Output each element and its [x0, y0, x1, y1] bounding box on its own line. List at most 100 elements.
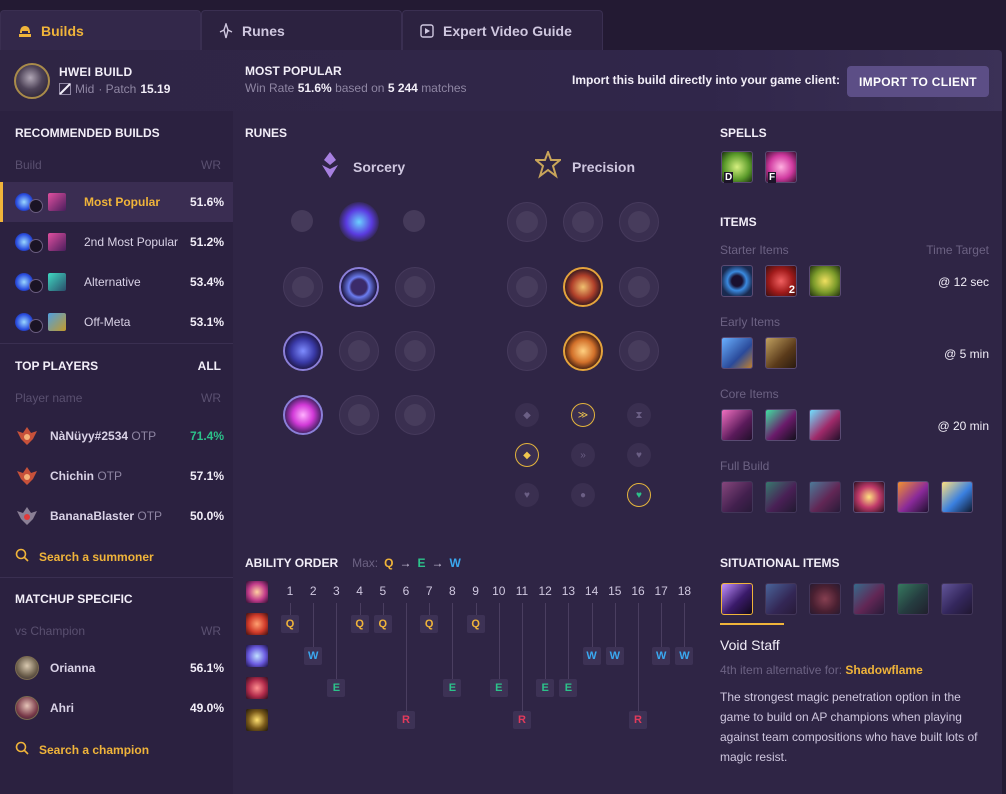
- secondary-tree-icon: [29, 199, 43, 213]
- rune-cut-down-selected[interactable]: [563, 331, 603, 371]
- win-rate-value: 51.6%: [297, 81, 332, 95]
- based-on-label: based on: [335, 81, 385, 95]
- rune-option[interactable]: [507, 202, 547, 242]
- shard-tenacity-icon[interactable]: ●: [571, 483, 595, 507]
- potion-count: 2: [788, 284, 795, 296]
- item-luden-faded-icon[interactable]: [721, 481, 753, 513]
- rune-option[interactable]: [619, 331, 659, 371]
- item-rabadon-icon[interactable]: [853, 481, 885, 513]
- rune-option[interactable]: [395, 202, 435, 242]
- build-icons: [15, 311, 66, 333]
- rune-option[interactable]: [395, 395, 435, 435]
- player-column-header: Player name: [15, 391, 83, 405]
- rune-option[interactable]: [395, 267, 435, 307]
- level-number: 6: [402, 584, 410, 598]
- build-row-off-meta[interactable]: Off-Meta 53.1%: [0, 302, 233, 342]
- situational-item-icon[interactable]: [853, 583, 885, 615]
- build-column-header: Build: [15, 158, 42, 172]
- build-row-2nd-most-popular[interactable]: 2nd Most Popular 51.2%: [0, 222, 233, 262]
- item-void-staff-icon[interactable]: [721, 583, 753, 615]
- starter-items-label: Starter Items: [720, 243, 789, 257]
- item-health-potion-icon[interactable]: 2: [765, 265, 797, 297]
- rune-option[interactable]: [395, 331, 435, 371]
- rune-option[interactable]: [507, 331, 547, 371]
- matchup-row-ahri[interactable]: Ahri 49.0%: [0, 688, 233, 728]
- time-target-label: Time Target: [926, 243, 989, 257]
- player-wr: 71.4%: [189, 429, 224, 443]
- shard-health-scaling-icon[interactable]: ♥: [627, 443, 651, 467]
- matchup-wr: 56.1%: [189, 661, 224, 675]
- precision-icon: [533, 149, 563, 182]
- shard-attack-speed-icon[interactable]: ≫: [571, 403, 595, 427]
- item-shadowflame-icon[interactable]: [809, 409, 841, 441]
- e-ability-icon: [246, 677, 268, 699]
- build-title: HWEI BUILD: [59, 65, 133, 79]
- rune-option[interactable]: [507, 267, 547, 307]
- item-dark-seal-icon[interactable]: [721, 265, 753, 297]
- item-sorcerer-shoes-icon[interactable]: [765, 409, 797, 441]
- tab-builds[interactable]: Builds: [0, 10, 201, 50]
- rune-option[interactable]: [619, 202, 659, 242]
- rune-presence-of-mind-selected[interactable]: [563, 267, 603, 307]
- rune-option[interactable]: [339, 395, 379, 435]
- rune-option[interactable]: [283, 202, 323, 242]
- item-zhonya-icon[interactable]: [941, 481, 973, 513]
- level-number: 9: [472, 584, 479, 598]
- ability-order-title: ABILITY ORDER: [245, 556, 339, 570]
- skill-point-w: W: [652, 647, 671, 665]
- situational-item-icon[interactable]: [765, 583, 797, 615]
- shard-move-speed-icon[interactable]: »: [571, 443, 595, 467]
- import-to-client-button[interactable]: IMPORT TO CLIENT: [847, 66, 989, 97]
- item-luden-icon[interactable]: [721, 409, 753, 441]
- rune-option[interactable]: [339, 331, 379, 371]
- rune-option[interactable]: [563, 202, 603, 242]
- shard-health-selected-icon[interactable]: ♥: [627, 483, 651, 507]
- rune-option[interactable]: [283, 267, 323, 307]
- vs-champion-column-header: vs Champion: [15, 624, 86, 638]
- item-sorcerer-shoes-faded-icon[interactable]: [765, 481, 797, 513]
- build-icons: [15, 231, 66, 253]
- shard-adaptive-icon[interactable]: ◆: [515, 403, 539, 427]
- rune-arcane-comet-selected[interactable]: [339, 202, 379, 242]
- item-ward-icon[interactable]: [809, 265, 841, 297]
- build-wr: 51.2%: [189, 235, 224, 249]
- tab-expert-video-guide[interactable]: Expert Video Guide: [402, 10, 603, 50]
- win-rate-label: Win Rate: [245, 81, 295, 95]
- situational-item-icon[interactable]: [809, 583, 841, 615]
- rune-transcendence-selected[interactable]: [283, 331, 323, 371]
- rune-manaflow-band-selected[interactable]: [339, 267, 379, 307]
- shard-haste-icon[interactable]: ⧗: [627, 403, 651, 427]
- shard-health-icon[interactable]: ♥: [515, 483, 539, 507]
- champion-avatar: [14, 63, 50, 99]
- ignite-spell-icon[interactable]: F: [765, 151, 797, 183]
- player-row[interactable]: NàNüyy#2534 OTP 71.4%: [0, 416, 233, 456]
- build-row-alternative[interactable]: Alternative 53.4%: [0, 262, 233, 302]
- rune-scorch-selected[interactable]: [283, 395, 323, 435]
- item-deathcap-icon[interactable]: [897, 481, 929, 513]
- matchup-row-orianna[interactable]: Orianna 56.1%: [0, 648, 233, 688]
- build-row-most-popular[interactable]: Most Popular 51.6%: [0, 182, 233, 222]
- video-icon: [419, 23, 435, 39]
- search-champion-label: Search a champion: [39, 742, 150, 757]
- shard-adaptive-selected-icon[interactable]: ◆: [515, 443, 539, 467]
- item-shadowflame-faded-icon[interactable]: [809, 481, 841, 513]
- win-rate-summary: Win Rate 51.6% based on 5 244 matches: [245, 81, 467, 95]
- search-summoner-link[interactable]: Search a summoner: [15, 548, 154, 565]
- tab-label: Expert Video Guide: [443, 22, 572, 39]
- situational-item-icon[interactable]: [897, 583, 929, 615]
- tab-runes[interactable]: Runes: [201, 10, 402, 50]
- secondary-tree-icon: [29, 319, 43, 333]
- top-players-filter[interactable]: ALL: [198, 359, 221, 373]
- situational-item-icon[interactable]: [941, 583, 973, 615]
- item-lost-chapter-icon[interactable]: [721, 337, 753, 369]
- skill-point-r: R: [629, 711, 647, 729]
- search-champion-link[interactable]: Search a champion: [15, 741, 149, 758]
- item-boots-icon[interactable]: [765, 337, 797, 369]
- level-guide-line: [336, 603, 338, 679]
- player-row[interactable]: BananaBlaster OTP 50.0%: [0, 496, 233, 536]
- build-icons: [15, 271, 66, 293]
- mid-lane-icon: [59, 83, 71, 95]
- rune-option[interactable]: [619, 267, 659, 307]
- player-row[interactable]: Chichin OTP 57.1%: [0, 456, 233, 496]
- flash-spell-icon[interactable]: D: [721, 151, 753, 183]
